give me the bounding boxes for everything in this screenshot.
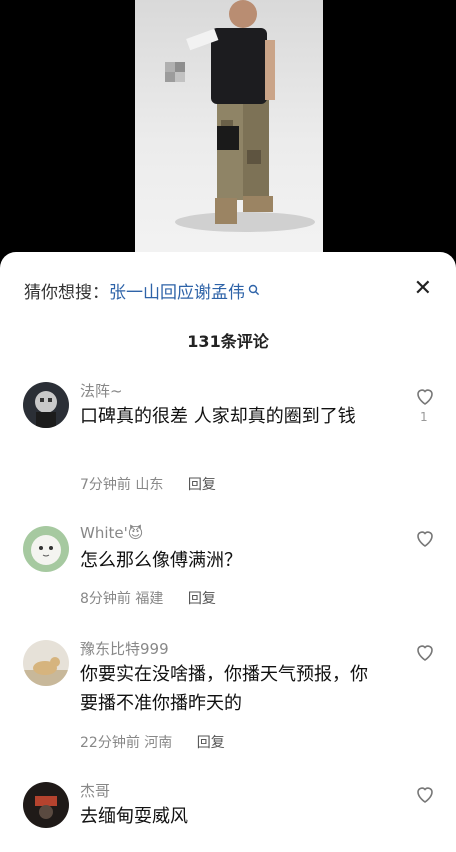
heart-outline-icon[interactable] (413, 384, 437, 408)
comment-time: 8分钟前 (80, 591, 131, 607)
search-icon (248, 284, 260, 296)
comment-meta: 7分钟前 山东 回复 (80, 474, 216, 494)
heart-outline-icon[interactable] (413, 640, 437, 664)
comment-username[interactable]: 法阵~ (80, 380, 123, 401)
reply-button[interactable]: 回复 (188, 477, 216, 493)
comment-text: 去缅甸耍威风 (80, 806, 188, 827)
comment-username[interactable]: White'😈 (80, 524, 143, 542)
comment-sheet: 猜你想搜：张一山回应谢孟伟 ✕ 131条评论 法阵~ 口碑真的很差 人家却真的圈… (0, 252, 456, 852)
comment-text: 你要实在没啥播，你播天气预报，你要播不准你播昨天的 (80, 664, 368, 714)
comment-location: 山东 (135, 477, 164, 493)
avatar[interactable] (23, 382, 69, 428)
like-count: 1 (420, 410, 428, 424)
comment-time: 7分钟前 (80, 477, 131, 493)
avatar[interactable] (23, 782, 69, 828)
heart-outline-icon[interactable] (413, 782, 437, 806)
avatar[interactable] (23, 640, 69, 686)
comment-meta: 22分钟前 河南 回复 (80, 732, 225, 752)
comment-time: 22分钟前 (80, 735, 140, 751)
comment-location: 河南 (144, 735, 173, 751)
video-frame (135, 0, 323, 260)
close-icon[interactable]: ✕ (414, 276, 432, 301)
comment-count: 131条评论 (187, 332, 269, 351)
heart-outline-icon[interactable] (413, 526, 437, 550)
comment-username[interactable]: 杰哥 (80, 780, 110, 801)
comment-text: 口碑真的很差 人家却真的圈到了钱 (80, 406, 356, 427)
video-player[interactable] (0, 0, 456, 270)
comment-username[interactable]: 豫东比特999 (80, 638, 169, 659)
comment-meta: 8分钟前 福建 回复 (80, 588, 216, 608)
comment-text: 怎么那么像傅满洲？ (80, 550, 242, 571)
video-figure-image (165, 0, 315, 232)
search-suggestion[interactable]: 猜你想搜：张一山回应谢孟伟 (24, 278, 260, 303)
comment-location: 福建 (135, 591, 164, 607)
reply-button[interactable]: 回复 (197, 735, 225, 751)
search-suggestion-link[interactable]: 张一山回应谢孟伟 (109, 283, 245, 303)
reply-button[interactable]: 回复 (188, 591, 216, 607)
avatar[interactable] (23, 526, 69, 572)
search-suggestion-label: 猜你想搜： (24, 283, 109, 303)
